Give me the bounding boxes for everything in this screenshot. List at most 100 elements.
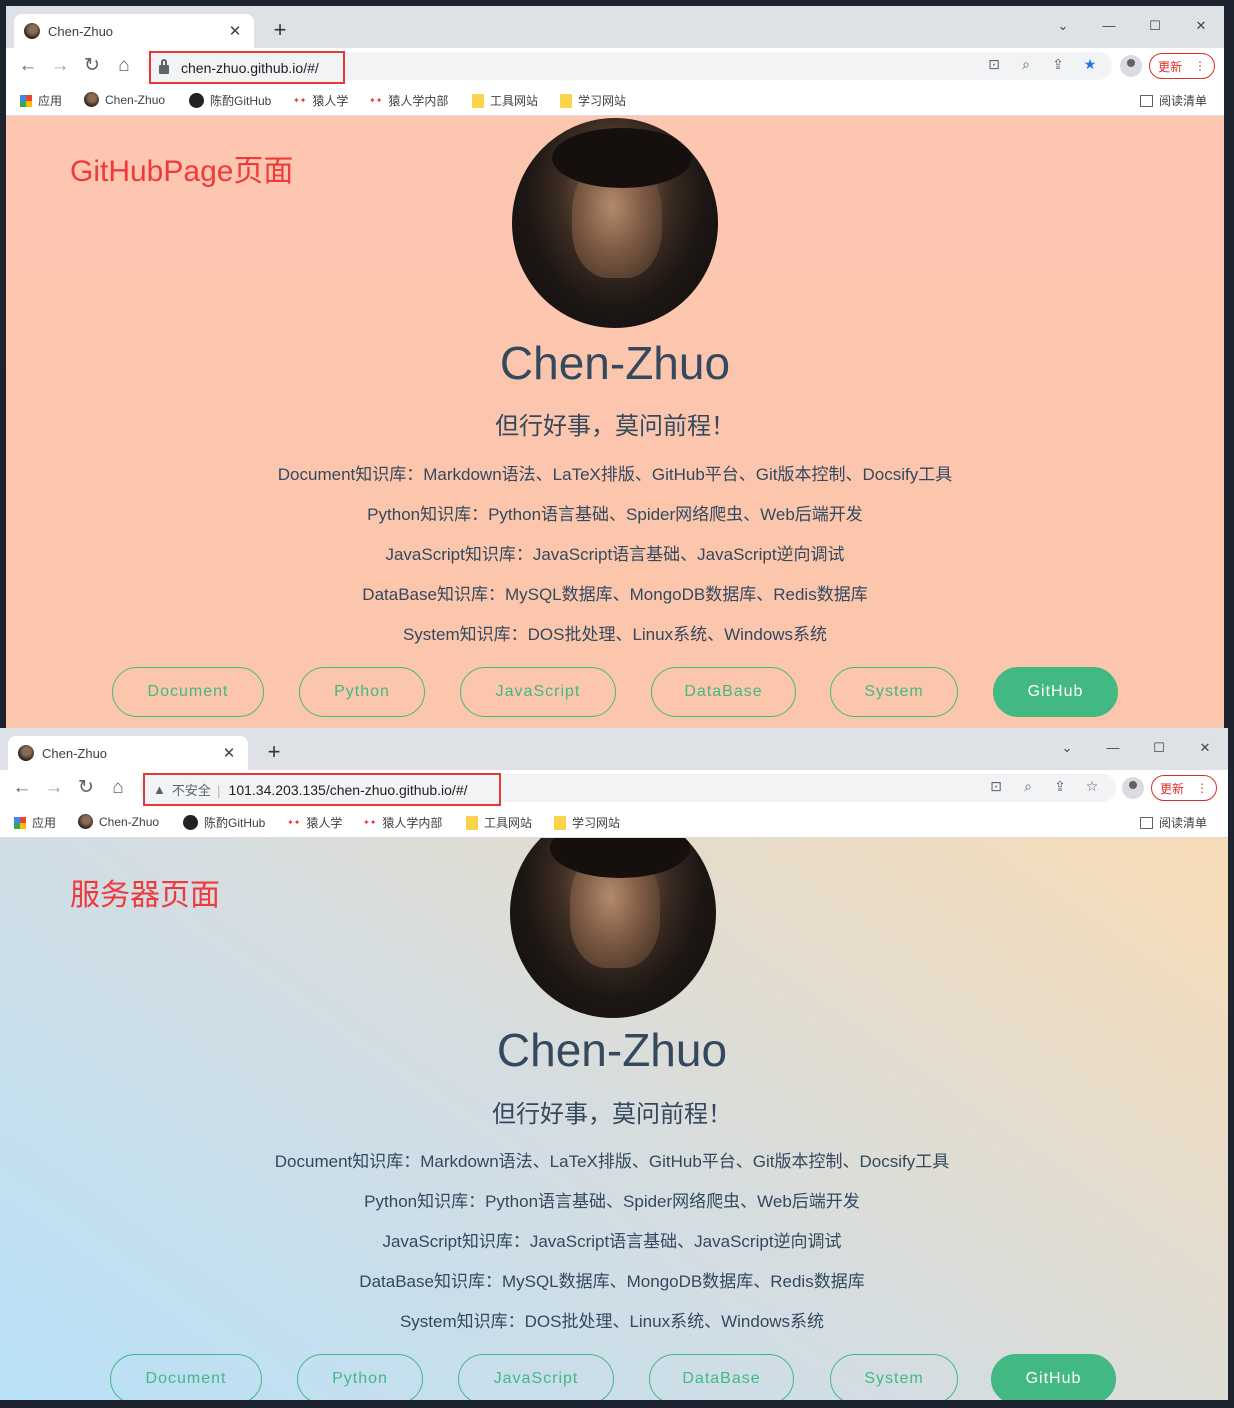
document-button[interactable]: Document [112, 667, 264, 717]
bookmark-label: 应用 [38, 94, 63, 108]
close-tab-icon[interactable]: ✕ [220, 744, 238, 762]
yuanrenxue-logo-icon: ✦✦ [293, 96, 307, 105]
zoom-icon[interactable]: ⌕ [1016, 56, 1036, 73]
page-content: GitHubPage页面 Chen-Zhuo 但行好事，莫问前程！ Docume… [6, 116, 1224, 728]
star-icon[interactable]: ★ [1080, 56, 1100, 73]
browser-tab[interactable]: Chen-Zhuo ✕ [14, 14, 254, 48]
update-button[interactable]: 更新 ⋮ [1151, 775, 1217, 801]
folder-icon [466, 815, 478, 830]
python-button[interactable]: Python [297, 1354, 423, 1404]
share-icon[interactable]: ⇪ [1048, 56, 1068, 73]
bookmark-yuanrenxue[interactable]: ✦✦ 猿人学 [293, 92, 348, 109]
database-button[interactable]: DataBase [649, 1354, 794, 1404]
address-url: 101.34.203.135/chen-zhuo.github.io/#/ [228, 781, 468, 798]
knowledge-line: System知识库：DOS批处理、Linux系统、Windows系统 [402, 625, 828, 644]
bookmark-label: 学习网站 [578, 94, 627, 108]
browser-tab[interactable]: Chen-Zhuo ✕ [8, 736, 248, 770]
bookmark-label: 应用 [32, 816, 57, 830]
bookmark-chen-github[interactable]: 陈酌GitHub [183, 814, 265, 831]
bookmark-tool-sites[interactable]: 工具网站 [472, 92, 538, 109]
close-tab-icon[interactable]: ✕ [226, 22, 244, 40]
bookmark-label: 学习网站 [572, 816, 621, 830]
bookmark-apps[interactable]: 应用 [14, 814, 56, 831]
bookmark-label: 陈酌GitHub [204, 816, 266, 830]
close-window-icon[interactable]: ✕ [1182, 736, 1228, 760]
update-button[interactable]: 更新 ⋮ [1149, 53, 1215, 79]
bookmark-label: 猿人学 [306, 816, 343, 830]
bookmark-tool-sites[interactable]: 工具网站 [466, 814, 532, 831]
home-icon[interactable]: ⌂ [112, 54, 136, 78]
page-content: 服务器页面 Chen-Zhuo 但行好事，莫问前程！ Document知识库：M… [0, 838, 1228, 1408]
github-button[interactable]: GitHub [993, 667, 1118, 717]
insecure-label: 不安全 [171, 783, 211, 798]
address-bar-highlight[interactable]: chen-zhuo.github.io/#/ [149, 51, 345, 84]
favicon-icon [18, 745, 34, 761]
reload-icon[interactable]: ↻ [80, 54, 104, 78]
bookmark-chen-zhuo[interactable]: Chen-Zhuo [78, 814, 159, 829]
browser-toolbar: ← → ↻ ⌂ ▲ 不安全 | 101.34.203.135/chen-zhuo… [0, 770, 1228, 806]
window-controls: ⌄ — ☐ ✕ [1044, 736, 1228, 760]
folder-icon [472, 93, 484, 108]
more-menu-icon[interactable]: ⋮ [1196, 781, 1208, 795]
maximize-icon[interactable]: ☐ [1136, 736, 1182, 760]
system-button[interactable]: System [830, 667, 958, 717]
zoom-icon[interactable]: ⌕ [1018, 778, 1038, 795]
reload-icon[interactable]: ↻ [74, 776, 98, 800]
new-tab-icon[interactable]: + [262, 740, 286, 764]
database-button[interactable]: DataBase [651, 667, 796, 717]
translate-icon[interactable]: ⊡ [986, 778, 1006, 795]
home-icon[interactable]: ⌂ [106, 776, 130, 800]
profile-avatar-icon[interactable] [1122, 777, 1144, 799]
profile-portrait [510, 838, 716, 1018]
maximize-icon[interactable]: ☐ [1132, 14, 1178, 38]
profile-avatar-icon[interactable] [1120, 55, 1142, 77]
bookmark-yuanrenxue[interactable]: ✦✦ 猿人学 [287, 814, 342, 831]
javascript-button[interactable]: JavaScript [458, 1354, 614, 1404]
close-window-icon[interactable]: ✕ [1178, 14, 1224, 38]
omnibox-actions: ⊡ ⌕ ⇪ ★ [984, 56, 1100, 73]
reading-list[interactable]: 阅读清单 [1140, 814, 1207, 831]
minimize-icon[interactable]: — [1086, 14, 1132, 38]
forward-arrow-icon[interactable]: → [48, 54, 72, 78]
bookmark-chen-zhuo[interactable]: Chen-Zhuo [84, 92, 165, 107]
bookmark-study-sites[interactable]: 学习网站 [554, 814, 620, 831]
new-tab-icon[interactable]: + [268, 18, 292, 42]
javascript-button[interactable]: JavaScript [460, 667, 616, 717]
chevron-down-icon[interactable]: ⌄ [1040, 14, 1086, 38]
bookmark-yuanrenxue-inner[interactable]: ✦✦ 猿人学内部 [369, 92, 448, 109]
tab-strip: Chen-Zhuo ✕ + ⌄ — ☐ ✕ [6, 6, 1224, 48]
bookmark-apps[interactable]: 应用 [20, 92, 62, 109]
python-button[interactable]: Python [299, 667, 425, 717]
back-arrow-icon[interactable]: ← [10, 776, 34, 800]
address-bar-highlight[interactable]: ▲ 不安全 | 101.34.203.135/chen-zhuo.github.… [143, 773, 501, 806]
bookmarks-bar: 应用 Chen-Zhuo 陈酌GitHub ✦✦ 猿人学 ✦✦ 猿人学内部 工具网站… [6, 84, 1224, 116]
update-label: 更新 [1159, 781, 1184, 796]
share-icon[interactable]: ⇪ [1050, 778, 1070, 795]
document-button[interactable]: Document [110, 1354, 262, 1404]
system-button[interactable]: System [830, 1354, 958, 1404]
reading-list-icon [1140, 94, 1153, 107]
star-icon[interactable]: ☆ [1082, 778, 1102, 795]
knowledge-line: System知识库：DOS批处理、Linux系统、Windows系统 [399, 1312, 825, 1331]
github-button[interactable]: GitHub [991, 1354, 1116, 1404]
reading-list[interactable]: 阅读清单 [1140, 92, 1207, 109]
minimize-icon[interactable]: — [1090, 736, 1136, 760]
bookmark-study-sites[interactable]: 学习网站 [560, 92, 626, 109]
tab-title: Chen-Zhuo [48, 23, 114, 39]
site-motto: 但行好事，莫问前程！ [495, 413, 735, 440]
annotation-label: 服务器页面 [70, 879, 220, 912]
nav-buttons: Document Python JavaScript DataBase Syst… [0, 1354, 1228, 1404]
forward-arrow-icon[interactable]: → [42, 776, 66, 800]
bookmark-yuanrenxue-inner[interactable]: ✦✦ 猿人学内部 [363, 814, 442, 831]
more-menu-icon[interactable]: ⋮ [1194, 59, 1206, 73]
chevron-down-icon[interactable]: ⌄ [1044, 736, 1090, 760]
back-arrow-icon[interactable]: ← [16, 54, 40, 78]
reading-list-icon [1140, 816, 1153, 829]
knowledge-line: Document知识库：Markdown语法、LaTeX排版、GitHub平台、… [277, 465, 953, 484]
bookmark-chen-github[interactable]: 陈酌GitHub [189, 92, 271, 109]
knowledge-line: JavaScript知识库：JavaScript语言基础、JavaScript逆… [385, 545, 845, 564]
translate-icon[interactable]: ⊡ [984, 56, 1004, 73]
bookmark-label: Chen-Zhuo [99, 814, 160, 829]
github-icon [183, 815, 198, 830]
bookmarks-bar: 应用 Chen-Zhuo 陈酌GitHub ✦✦ 猿人学 ✦✦ 猿人学内部 工具网站… [0, 806, 1228, 838]
